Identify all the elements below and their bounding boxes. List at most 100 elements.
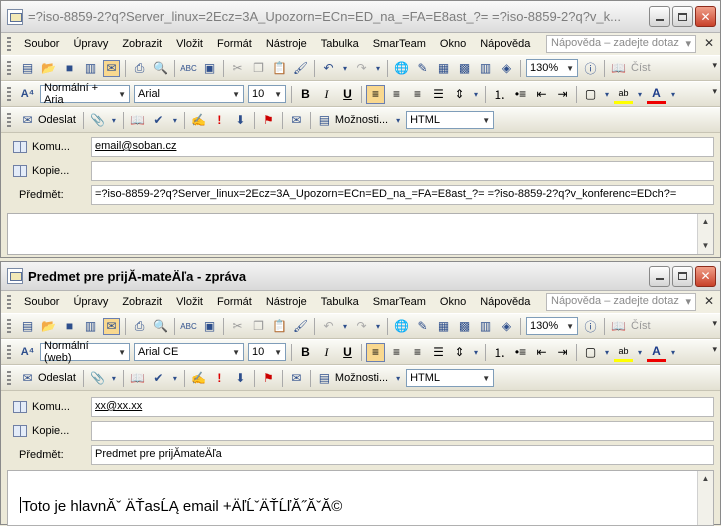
- toolbar-grip[interactable]: [7, 319, 11, 333]
- address-book-icon[interactable]: 📖: [129, 112, 146, 129]
- spelling-icon[interactable]: ABC: [180, 318, 197, 335]
- excel-icon[interactable]: ▩: [456, 318, 473, 335]
- menu-tabulka[interactable]: Tabulka: [314, 296, 366, 308]
- subject-field[interactable]: =?iso-8859-2?q?Server_linux=2Ecz=3A_Upoz…: [91, 185, 714, 205]
- cut-icon[interactable]: ✂: [229, 60, 246, 77]
- menu-tabulka[interactable]: Tabulka: [314, 38, 366, 50]
- subject-field[interactable]: Predmet pre prijĂmateÄľa: [91, 445, 714, 465]
- close-icon[interactable]: ✕: [704, 36, 714, 50]
- menu-vlozit[interactable]: Vložit: [169, 38, 210, 50]
- scroll-up-icon[interactable]: ▲: [698, 471, 713, 487]
- highlight-icon[interactable]: ab: [614, 85, 633, 104]
- italic-icon[interactable]: I: [317, 85, 336, 104]
- flag-icon[interactable]: ⚑: [260, 370, 277, 387]
- mail-icon[interactable]: ✉: [103, 317, 120, 335]
- cc-field[interactable]: [91, 421, 714, 441]
- font-size-select[interactable]: 10 ▼: [248, 85, 286, 103]
- border-icon[interactable]: ▢: [581, 343, 600, 362]
- zoom-select[interactable]: 130% ▼: [526, 59, 578, 77]
- envelope-icon[interactable]: ✉: [288, 370, 305, 387]
- bullets-icon[interactable]: •≡: [511, 85, 530, 104]
- new-icon[interactable]: ▤: [19, 318, 36, 335]
- help-icon[interactable]: ⓘ: [582, 60, 599, 77]
- excel-icon[interactable]: ▩: [456, 60, 473, 77]
- chevron-down-icon[interactable]: ▾: [110, 112, 118, 129]
- paste-icon[interactable]: 📋: [271, 60, 288, 77]
- maximize-button[interactable]: [672, 6, 693, 27]
- menu-napoveda[interactable]: Nápověda: [473, 38, 537, 50]
- styles-icon[interactable]: A⁴: [19, 344, 36, 361]
- cc-button[interactable]: Kopie...: [1, 165, 89, 177]
- help-search-input[interactable]: Nápověda – zadejte dotaz ▾: [546, 293, 696, 311]
- read-icon[interactable]: 📖: [610, 60, 627, 77]
- envelope-icon[interactable]: ✉: [288, 112, 305, 129]
- chevron-down-icon[interactable]: ▾: [171, 370, 179, 387]
- redo-icon[interactable]: ↷: [353, 318, 370, 335]
- menu-okno[interactable]: Okno: [433, 296, 473, 308]
- mail-icon[interactable]: ✉: [103, 59, 120, 77]
- menu-vlozit[interactable]: Vložit: [169, 296, 210, 308]
- chevron-down-icon[interactable]: ▾: [603, 86, 611, 103]
- cc-button[interactable]: Kopie...: [1, 425, 89, 437]
- align-left-icon[interactable]: ≡: [366, 84, 385, 104]
- low-importance-icon[interactable]: ⬇: [232, 370, 249, 387]
- columns-icon[interactable]: ▥: [477, 318, 494, 335]
- close-button[interactable]: ✕: [695, 265, 716, 287]
- close-icon[interactable]: ✕: [704, 294, 714, 308]
- align-right-icon[interactable]: ≡: [408, 343, 427, 362]
- style-select[interactable]: Normální (web) ▼: [40, 340, 130, 364]
- attach-icon[interactable]: 📎: [89, 112, 106, 129]
- send-button[interactable]: Odeslat: [38, 114, 80, 126]
- vertical-scrollbar[interactable]: ▲: [697, 471, 713, 525]
- options-icon[interactable]: ▤: [316, 112, 333, 129]
- options-icon[interactable]: ▤: [316, 370, 333, 387]
- tables-icon[interactable]: ✎: [414, 60, 431, 77]
- bold-icon[interactable]: B: [296, 343, 315, 362]
- to-button[interactable]: Komu...: [1, 401, 89, 413]
- undo-icon[interactable]: ↶: [320, 318, 337, 335]
- table-icon[interactable]: ▦: [435, 60, 452, 77]
- menu-upravy[interactable]: Úpravy: [66, 38, 115, 50]
- new-icon[interactable]: ▤: [19, 60, 36, 77]
- border-icon[interactable]: ▢: [581, 85, 600, 104]
- line-spacing-icon[interactable]: ⇕: [450, 85, 469, 104]
- save-icon[interactable]: ■: [61, 318, 78, 335]
- address-book-icon[interactable]: 📖: [129, 370, 146, 387]
- help-search-input[interactable]: Nápověda – zadejte dotaz ▾: [546, 35, 696, 53]
- open-folder-icon[interactable]: 📂: [40, 60, 57, 77]
- align-center-icon[interactable]: ≡: [387, 343, 406, 362]
- message-body[interactable]: Toto je hlavnĂˇ ÄŤasĹĄ email +ÄľĹˇÄŤĹľĂ˝…: [7, 470, 714, 526]
- menu-okno[interactable]: Okno: [433, 38, 473, 50]
- chevron-down-icon[interactable]: ▾: [341, 318, 349, 335]
- paste-icon[interactable]: 📋: [271, 318, 288, 335]
- to-field[interactable]: email@soban.cz: [91, 137, 714, 157]
- maximize-button[interactable]: [672, 265, 693, 287]
- font-size-select[interactable]: 10 ▼: [248, 343, 286, 361]
- toolbar-options-icon[interactable]: ▾: [712, 318, 717, 329]
- drawing-icon[interactable]: ◈: [498, 318, 515, 335]
- high-importance-icon[interactable]: !: [211, 370, 228, 387]
- minimize-button[interactable]: [649, 6, 670, 27]
- chevron-down-icon[interactable]: ▾: [374, 318, 382, 335]
- format-painter-icon[interactable]: 🖌: [292, 60, 309, 77]
- cut-icon[interactable]: ✂: [229, 318, 246, 335]
- menu-soubor[interactable]: Soubor: [17, 296, 66, 308]
- toolbar-grip[interactable]: [7, 113, 11, 127]
- menu-upravy[interactable]: Úpravy: [66, 296, 115, 308]
- permission-icon[interactable]: ▥: [82, 318, 99, 335]
- chevron-down-icon[interactable]: ▾: [394, 370, 402, 387]
- chevron-down-icon[interactable]: ▾: [472, 86, 480, 103]
- permission-icon[interactable]: ▥: [82, 60, 99, 77]
- justify-icon[interactable]: ☰: [429, 343, 448, 362]
- menu-soubor[interactable]: Soubor: [17, 38, 66, 50]
- underline-icon[interactable]: U: [338, 85, 357, 104]
- research-icon[interactable]: ▣: [201, 60, 218, 77]
- align-right-icon[interactable]: ≡: [408, 85, 427, 104]
- check-names-icon[interactable]: ✔: [150, 370, 167, 387]
- format-painter-icon[interactable]: 🖌: [292, 318, 309, 335]
- numbering-icon[interactable]: ⒈: [490, 85, 509, 104]
- close-button[interactable]: ✕: [695, 6, 716, 27]
- chevron-down-icon[interactable]: ▾: [636, 344, 644, 361]
- line-spacing-icon[interactable]: ⇕: [450, 343, 469, 362]
- message-format-select[interactable]: HTML ▼: [406, 111, 495, 129]
